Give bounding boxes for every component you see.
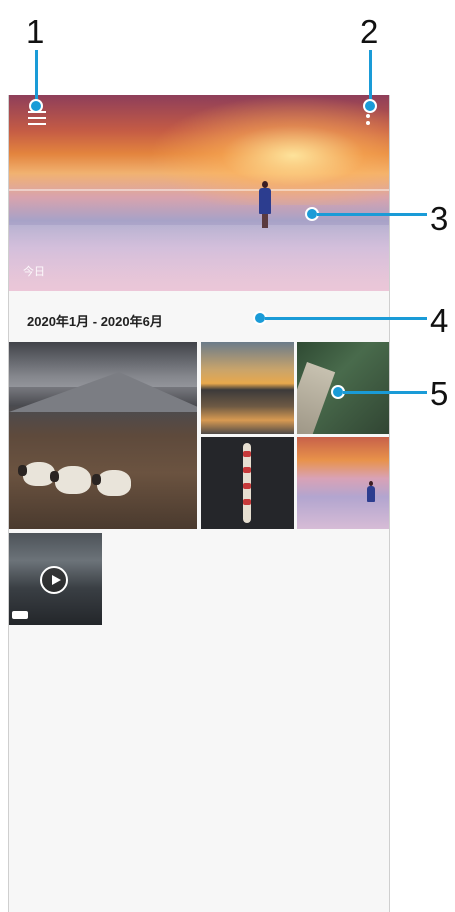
- photo-thumbnail-rowers[interactable]: [201, 437, 294, 529]
- callout-number-4: 4: [430, 302, 449, 339]
- callout-number-2: 2: [360, 13, 379, 50]
- callout-dot-2: [363, 99, 377, 113]
- water-reflection: [9, 225, 389, 291]
- photo-thumbnail-sunset[interactable]: [201, 342, 294, 434]
- callout-leader-5: [343, 391, 427, 394]
- hamburger-menu-icon[interactable]: [28, 111, 46, 127]
- highlight-label: 今日: [23, 266, 45, 278]
- video-thumbnail[interactable]: [9, 533, 102, 625]
- callout-number-3: 3: [430, 200, 449, 237]
- highlight-banner[interactable]: 今日: [9, 95, 389, 291]
- callout-leader-4: [265, 317, 427, 320]
- album-screen: 今日 2020年1月 - 2020年6月: [8, 95, 390, 912]
- horizon-line: [9, 189, 389, 191]
- callout-leader-3: [317, 213, 427, 216]
- callout-number-1: 1: [26, 13, 45, 50]
- date-range-header: 2020年1月 - 2020年6月: [27, 314, 163, 329]
- photo-thumbnail-beach[interactable]: [297, 437, 389, 529]
- callout-number-5: 5: [430, 375, 449, 412]
- play-icon: [40, 566, 68, 594]
- photo-thumbnail-sheep[interactable]: [9, 342, 197, 529]
- video-badge-icon: [12, 611, 28, 619]
- callout-dot-1: [29, 99, 43, 113]
